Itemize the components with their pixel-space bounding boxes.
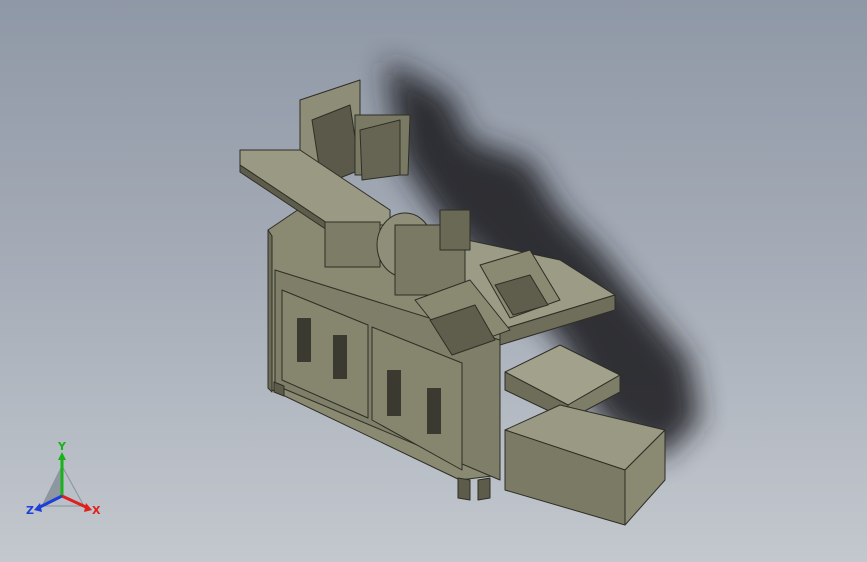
x-axis-label: X [92, 504, 101, 517]
y-axis-label: Y [58, 440, 66, 453]
z-axis-label: Z [26, 504, 34, 517]
graphics-viewport[interactable]: Y X Z [0, 0, 867, 562]
orientation-triad[interactable]: Y X Z [22, 440, 106, 526]
cad-model-view[interactable] [0, 0, 867, 562]
